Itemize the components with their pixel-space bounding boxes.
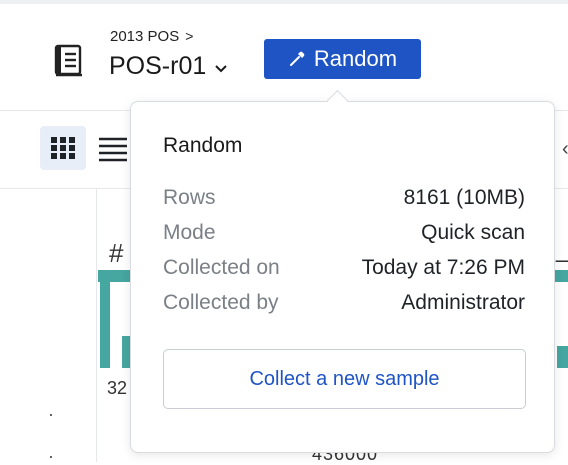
histogram-bar — [553, 270, 568, 282]
meta-label: Mode — [163, 221, 216, 244]
row-dot — [50, 414, 52, 416]
meta-row-collected-on: Collected on Today at 7:26 PM — [163, 256, 525, 280]
list-view-button[interactable] — [97, 136, 127, 162]
sample-button-label: Random — [313, 46, 398, 71]
grid-view-icon — [51, 137, 75, 159]
meta-label: Collected on — [163, 256, 280, 279]
top-border — [0, 0, 568, 4]
column-header-partial[interactable]: _N — [556, 236, 568, 264]
histogram-bar — [100, 282, 110, 368]
collect-new-sample-button[interactable]: Collect a new sample — [163, 349, 526, 409]
meta-row-mode: Mode Quick scan — [163, 221, 525, 245]
sample-info-popover: Random Rows 8161 (10MB) Mode Quick scan … — [130, 101, 555, 453]
column-header[interactable]: # — [109, 238, 123, 269]
column-divider — [96, 189, 97, 462]
dataset-icon — [54, 44, 84, 78]
meta-value: 8161 (10MB) — [403, 186, 525, 209]
histogram-bar — [557, 346, 568, 368]
histogram-bar — [122, 336, 130, 368]
toolbar-overflow-icon[interactable]: ‹ — [562, 138, 568, 161]
dataset-name: POS-r01 — [109, 52, 207, 80]
popover-title: Random — [163, 134, 243, 157]
grid-view-button[interactable] — [40, 126, 86, 170]
meta-row-collected-by: Collected by Administrator — [163, 291, 525, 315]
meta-row-rows: Rows 8161 (10MB) — [163, 186, 525, 210]
meta-label: Rows — [163, 186, 216, 209]
meta-value: Today at 7:26 PM — [361, 256, 525, 279]
meta-value: Administrator — [401, 291, 525, 314]
histogram-bar — [98, 270, 134, 282]
meta-label: Collected by — [163, 291, 279, 314]
breadcrumb-project[interactable]: 2013 POS — [110, 28, 179, 45]
chevron-right-icon: > — [185, 28, 194, 44]
dataset-name-dropdown[interactable]: POS-r01 — [109, 52, 228, 81]
chevron-down-icon — [215, 64, 227, 72]
list-view-icon — [99, 137, 127, 162]
table-cell: 32 — [107, 378, 128, 398]
meta-value: Quick scan — [421, 221, 525, 244]
sample-settings-button[interactable]: Random — [264, 39, 421, 79]
pipette-icon — [289, 51, 305, 66]
row-dot — [50, 456, 52, 458]
breadcrumb[interactable]: 2013 POS > — [110, 28, 193, 45]
